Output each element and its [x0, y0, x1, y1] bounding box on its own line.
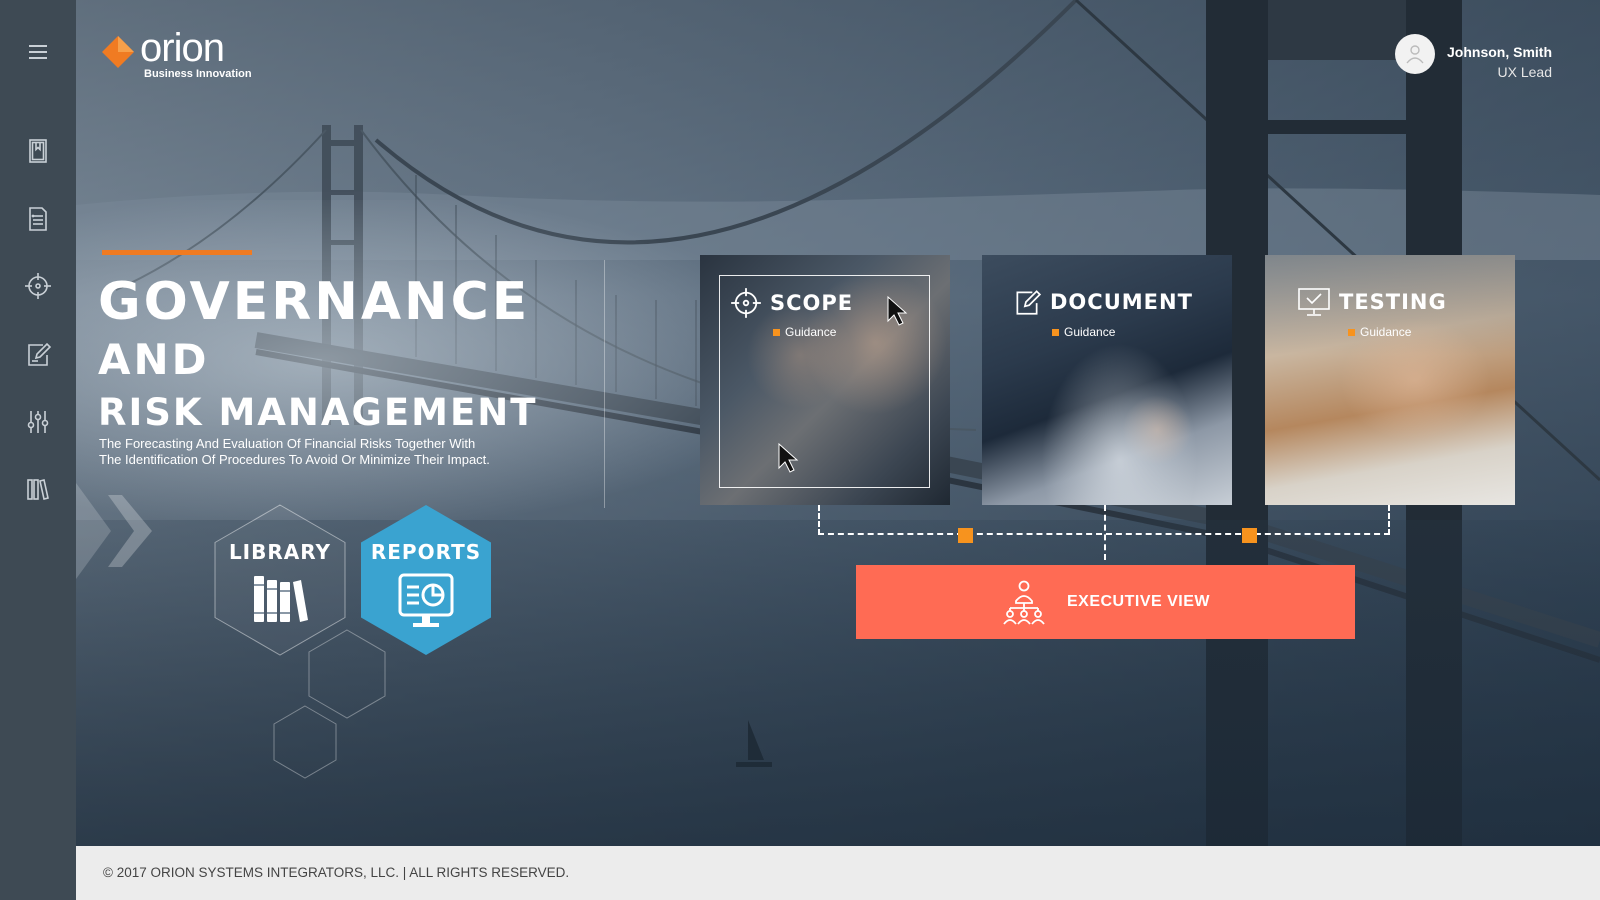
edit-icon	[28, 342, 52, 366]
scope-guidance-label: Guidance	[785, 325, 837, 339]
document-card[interactable]: DOCUMENT Guidance	[982, 255, 1232, 505]
user-role: UX Lead	[1497, 64, 1552, 80]
monitor-report-icon	[398, 573, 454, 627]
avatar	[1395, 34, 1435, 74]
cursor-icon	[887, 295, 908, 326]
sidebar-item-edit[interactable]	[18, 334, 58, 374]
library-label: LIBRARY	[228, 540, 332, 564]
divider	[604, 260, 605, 508]
title-line-2: AND	[98, 335, 210, 384]
crosshair-icon	[25, 273, 51, 299]
executive-view-button[interactable]: EXECUTIVE VIEW	[856, 565, 1355, 639]
footer: © 2017 ORION SYSTEMS INTEGRATORS, LLC. |…	[76, 846, 1600, 900]
testing-guidance-label: Guidance	[1360, 325, 1412, 339]
user-icon	[1406, 45, 1424, 64]
testing-card-header: TESTING	[1297, 287, 1447, 317]
chevron-decoration-icon	[76, 483, 152, 579]
bullet-square	[1052, 328, 1059, 336]
sidebar	[0, 0, 76, 900]
brand-logo[interactable]: orion Business Innovation	[102, 26, 252, 80]
books-icon	[254, 576, 308, 622]
bullet-square	[1348, 328, 1355, 336]
scope-card-subtitle: Guidance	[773, 325, 836, 339]
user-name: Johnson, Smith	[1447, 44, 1552, 60]
sidebar-item-document-list[interactable]	[18, 199, 58, 239]
title-line-3: RISK MANAGEMENT	[98, 391, 538, 434]
bullet-square	[773, 328, 780, 336]
testing-card[interactable]: TESTING Guidance	[1265, 255, 1515, 505]
center-connector	[1104, 505, 1106, 560]
cursor-icon	[778, 442, 799, 473]
copyright-text: © 2017 ORION SYSTEMS INTEGRATORS, LLC. |…	[103, 865, 570, 880]
description-line-1: The Forecasting And Evaluation Of Financ…	[99, 436, 476, 451]
sidebar-item-settings[interactable]	[18, 402, 58, 442]
orion-diamond-icon	[102, 36, 134, 68]
connector-node	[1242, 528, 1257, 543]
reports-label: REPORTS	[370, 540, 482, 564]
hamburger-icon	[29, 45, 47, 59]
bookmark-icon	[29, 139, 47, 163]
sidebar-item-scope[interactable]	[18, 266, 58, 306]
sidebar-item-library[interactable]	[18, 469, 58, 509]
scope-card-header: SCOPE	[730, 287, 853, 319]
monitor-check-icon	[1298, 288, 1330, 316]
scope-card-title: SCOPE	[770, 291, 854, 315]
sliders-icon	[27, 411, 49, 433]
page-title: GOVERNANCE AND RISK MANAGEMENT	[98, 272, 537, 438]
brand-tagline: Business Innovation	[144, 68, 252, 80]
executive-view-label: EXECUTIVE VIEW	[1066, 593, 1211, 610]
user-profile[interactable]: Johnson, Smith UX Lead	[1395, 34, 1552, 80]
scope-card[interactable]: SCOPE Guidance	[700, 255, 950, 505]
library-icon	[27, 479, 49, 500]
title-line-1: GOVERNANCE	[98, 272, 531, 332]
sidebar-item-bookmark[interactable]	[18, 131, 58, 171]
document-card-subtitle: Guidance	[1052, 325, 1115, 339]
menu-button[interactable]	[18, 32, 58, 72]
brand-name: orion	[140, 26, 225, 70]
testing-card-subtitle: Guidance	[1348, 325, 1411, 339]
org-hierarchy-icon	[1003, 580, 1045, 625]
document-guidance-label: Guidance	[1064, 325, 1116, 339]
document-list-icon	[29, 207, 47, 231]
crosshair-icon	[731, 288, 761, 318]
title-accent-bar	[102, 250, 252, 255]
page-description: The Forecasting And Evaluation Of Financ…	[99, 436, 559, 468]
document-card-header: DOCUMENT	[1012, 287, 1193, 317]
edit-icon	[1016, 290, 1042, 315]
connector-node	[958, 528, 973, 543]
testing-card-title: TESTING	[1339, 290, 1447, 314]
library-button[interactable]: LIBRARY	[214, 504, 346, 656]
reports-button[interactable]: REPORTS	[360, 504, 492, 656]
document-card-title: DOCUMENT	[1050, 290, 1193, 314]
description-line-2: The Identification Of Procedures To Avoi…	[99, 452, 490, 467]
